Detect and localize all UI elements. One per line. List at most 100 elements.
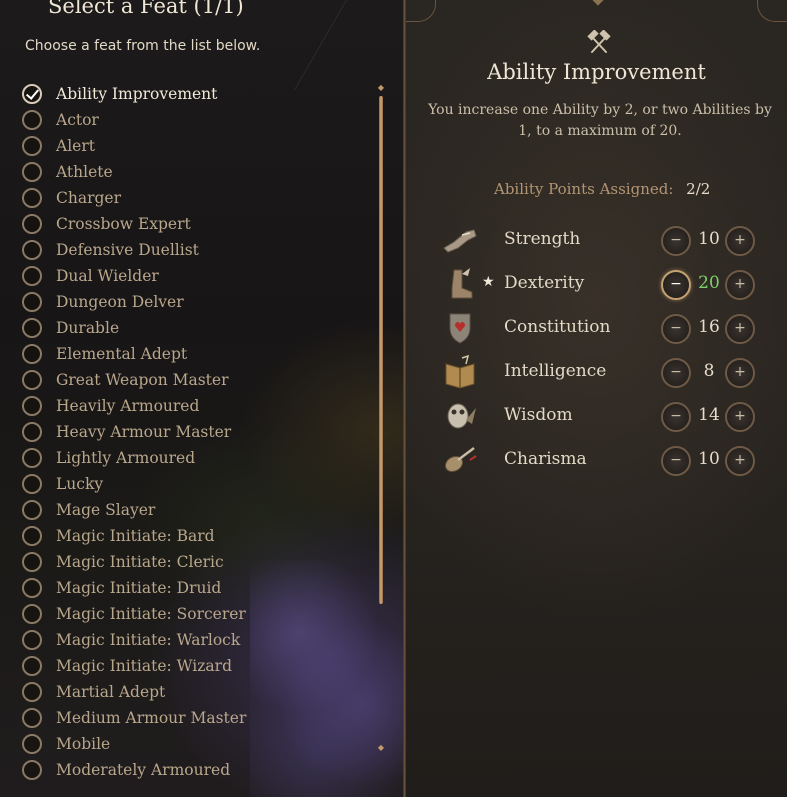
feat-label: Martial Adept: [56, 683, 166, 701]
feat-item-magic-initiate-cleric[interactable]: Magic Initiate: Cleric: [22, 549, 362, 575]
increase-constitution-button[interactable]: +: [725, 314, 755, 344]
radio-icon[interactable]: [22, 526, 42, 546]
radio-icon[interactable]: [22, 474, 42, 494]
radio-icon[interactable]: [22, 110, 42, 130]
feat-label: Defensive Duellist: [56, 241, 199, 259]
increase-dexterity-button[interactable]: +: [725, 270, 755, 300]
background-branch: [294, 0, 404, 90]
feat-item-athlete[interactable]: Athlete: [22, 159, 362, 185]
feat-item-magic-initiate-wizard[interactable]: Magic Initiate: Wizard: [22, 653, 362, 679]
radio-icon[interactable]: [22, 682, 42, 702]
feat-item-moderately-armoured[interactable]: Moderately Armoured: [22, 757, 362, 783]
ability-row-dexterity: ★ Dexterity − 20 +: [440, 262, 770, 306]
radio-icon[interactable]: [22, 708, 42, 728]
feat-description: You increase one Ability by 2, or two Ab…: [428, 102, 772, 139]
feat-item-durable[interactable]: Durable: [22, 315, 362, 341]
radio-icon[interactable]: [22, 630, 42, 650]
feat-item-great-weapon-master[interactable]: Great Weapon Master: [22, 367, 362, 393]
radio-icon[interactable]: [22, 734, 42, 754]
ability-value: 14: [698, 405, 720, 425]
radio-icon[interactable]: [22, 318, 42, 338]
feat-item-mobile[interactable]: Mobile: [22, 731, 362, 757]
feat-label: Crossbow Expert: [56, 215, 191, 233]
ability-name: Intelligence: [504, 361, 607, 381]
increase-wisdom-button[interactable]: +: [725, 402, 755, 432]
chevron-down-icon[interactable]: ◆: [377, 744, 385, 752]
feat-item-heavily-armoured[interactable]: Heavily Armoured: [22, 393, 362, 419]
feat-item-dungeon-delver[interactable]: Dungeon Delver: [22, 289, 362, 315]
feat-label: Actor: [56, 111, 99, 129]
feat-label: Heavy Armour Master: [56, 423, 232, 441]
ornament-corner-left: [406, 0, 436, 22]
radio-icon[interactable]: [22, 578, 42, 598]
decrease-strength-button[interactable]: −: [661, 226, 691, 256]
feat-item-alert[interactable]: Alert: [22, 133, 362, 159]
feat-item-lucky[interactable]: Lucky: [22, 471, 362, 497]
radio-icon[interactable]: [22, 136, 42, 156]
ability-points-label: Ability Points Assigned:: [494, 180, 674, 198]
ability-row-wisdom: Wisdom − 14 +: [440, 394, 770, 438]
radio-icon[interactable]: [22, 760, 42, 780]
radio-icon[interactable]: [22, 422, 42, 442]
increase-intelligence-button[interactable]: +: [725, 358, 755, 388]
decrease-dexterity-button[interactable]: −: [661, 270, 691, 300]
decrease-intelligence-button[interactable]: −: [661, 358, 691, 388]
radio-icon[interactable]: [22, 396, 42, 416]
decrease-charisma-button[interactable]: −: [661, 446, 691, 476]
radio-icon[interactable]: [22, 240, 42, 260]
increase-charisma-button[interactable]: +: [725, 446, 755, 476]
increase-strength-button[interactable]: +: [725, 226, 755, 256]
feat-item-mage-slayer[interactable]: Mage Slayer: [22, 497, 362, 523]
radio-icon[interactable]: [22, 162, 42, 182]
ability-row-charisma: Charisma − 10 +: [440, 438, 770, 482]
ability-value: 10: [698, 449, 720, 469]
radio-icon[interactable]: [22, 292, 42, 312]
radio-icon[interactable]: [22, 188, 42, 208]
feat-item-magic-initiate-warlock[interactable]: Magic Initiate: Warlock: [22, 627, 362, 653]
feat-item-ability-improvement[interactable]: Ability Improvement: [22, 81, 362, 107]
feat-item-elemental-adept[interactable]: Elemental Adept: [22, 341, 362, 367]
ability-value: 10: [698, 229, 720, 249]
feat-label: Alert: [56, 137, 95, 155]
radio-icon[interactable]: [22, 448, 42, 468]
shield-heart-icon: [449, 313, 471, 344]
radio-icon[interactable]: [22, 500, 42, 520]
ability-name: Wisdom: [504, 405, 573, 425]
ability-points-row: Ability Points Assigned: 2/2: [494, 180, 710, 198]
feat-item-actor[interactable]: Actor: [22, 107, 362, 133]
feat-item-dual-wielder[interactable]: Dual Wielder: [22, 263, 362, 289]
arm-icon: [443, 229, 477, 253]
lute-icon: [444, 447, 477, 473]
radio-icon[interactable]: [22, 552, 42, 572]
feat-item-magic-initiate-bard[interactable]: Magic Initiate: Bard: [22, 523, 362, 549]
feat-item-magic-initiate-druid[interactable]: Magic Initiate: Druid: [22, 575, 362, 601]
radio-icon[interactable]: [22, 656, 42, 676]
radio-icon[interactable]: [22, 370, 42, 390]
feat-item-lightly-armoured[interactable]: Lightly Armoured: [22, 445, 362, 471]
feat-list-scrollbar[interactable]: ◆ ◆: [378, 84, 384, 754]
ability-name: Charisma: [504, 449, 587, 469]
radio-icon[interactable]: [22, 344, 42, 364]
crossed-hammers-icon: [587, 30, 611, 53]
feat-item-magic-initiate-sorcerer[interactable]: Magic Initiate: Sorcerer: [22, 601, 362, 627]
feat-item-martial-adept[interactable]: Martial Adept: [22, 679, 362, 705]
feat-label: Magic Initiate: Bard: [56, 527, 215, 545]
feat-item-heavy-armour-master[interactable]: Heavy Armour Master: [22, 419, 362, 445]
feat-item-crossbow-expert[interactable]: Crossbow Expert: [22, 211, 362, 237]
feat-label: Dual Wielder: [56, 267, 159, 285]
feat-item-defensive-duellist[interactable]: Defensive Duellist: [22, 237, 362, 263]
radio-icon[interactable]: [22, 214, 42, 234]
checked-radio-icon[interactable]: [22, 84, 42, 104]
radio-icon[interactable]: [22, 604, 42, 624]
chevron-up-icon[interactable]: ◆: [377, 84, 385, 92]
feat-item-medium-armour-master[interactable]: Medium Armour Master: [22, 705, 362, 731]
feat-label: Magic Initiate: Sorcerer: [56, 605, 246, 623]
panel-title: Select a Feat (1/1): [48, 0, 244, 18]
ability-name: Dexterity: [504, 273, 585, 293]
decrease-constitution-button[interactable]: −: [661, 314, 691, 344]
radio-icon[interactable]: [22, 266, 42, 286]
scroll-thumb[interactable]: [379, 96, 383, 604]
feat-selection-panel: Select a Feat (1/1) Choose a feat from t…: [0, 0, 404, 797]
decrease-wisdom-button[interactable]: −: [661, 402, 691, 432]
feat-item-charger[interactable]: Charger: [22, 185, 362, 211]
